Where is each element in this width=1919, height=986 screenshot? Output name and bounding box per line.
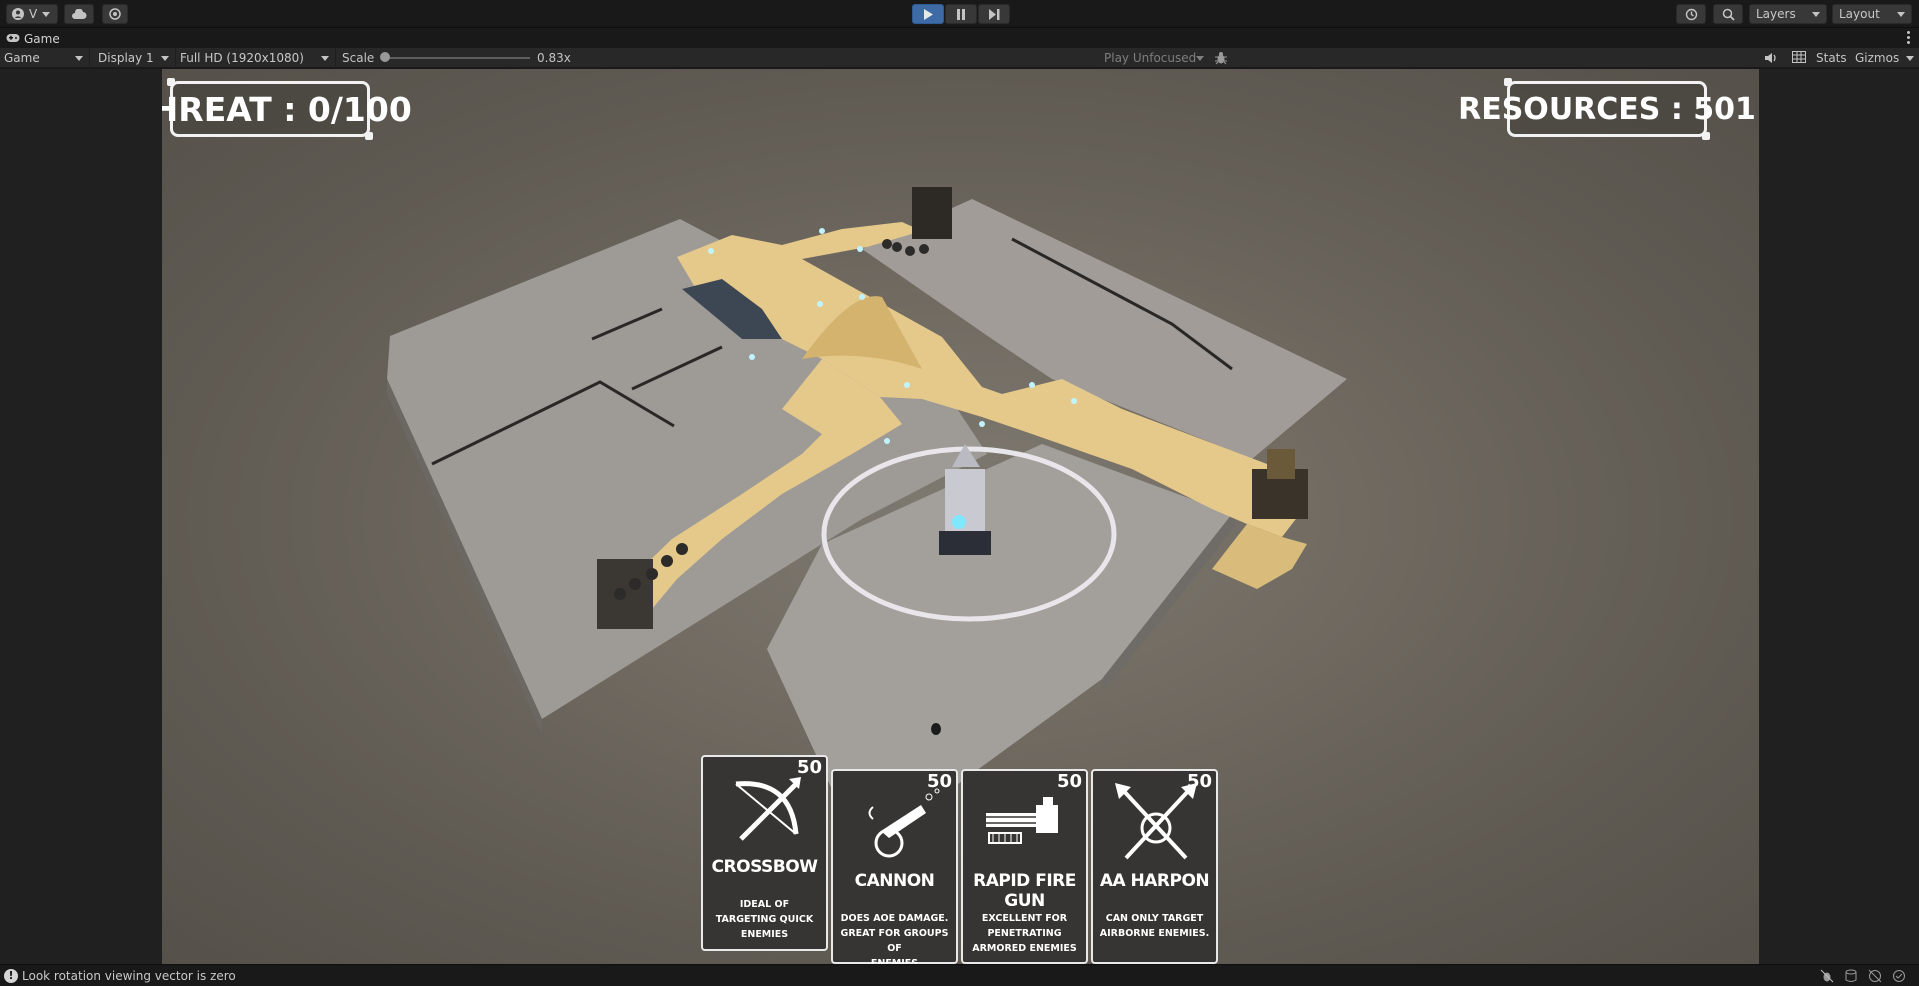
play-focus-dropdown[interactable]: Play Unfocused: [1100, 48, 1210, 68]
console-message[interactable]: Look rotation viewing vector is zero: [22, 969, 236, 983]
main-toolbar: V Layers Layout: [0, 0, 1919, 28]
collab-icon: [109, 8, 121, 20]
game-mode-dropdown[interactable]: Game: [0, 48, 90, 68]
scale-slider-handle[interactable]: [380, 52, 390, 62]
chevron-down-icon: [1812, 12, 1820, 17]
tower-crystal: [952, 515, 966, 529]
layout-dropdown[interactable]: Layout: [1832, 4, 1912, 24]
chevron-down-icon: [321, 56, 329, 61]
tower-card-aa-harpon[interactable]: 50 AA HARPON CAN ONLY TARGET AIRBORNE EN…: [1091, 769, 1218, 964]
search-button[interactable]: [1713, 4, 1743, 24]
game-mode-label: Game: [4, 51, 40, 65]
history-button[interactable]: [1676, 4, 1706, 24]
chevron-down-icon: [1196, 56, 1204, 61]
tower-card-crossbow[interactable]: 50 CROSSBOW IDEAL OF TARGETING QUICK ENE…: [701, 755, 828, 951]
card-name: CROSSBOW: [711, 857, 818, 877]
gatling-gun-icon: [981, 783, 1071, 863]
bug-icon: [1214, 52, 1228, 68]
cloud-icon: [71, 9, 87, 19]
pause-icon: [956, 8, 966, 20]
threat-text: THREAT : 0/100: [162, 89, 412, 129]
cloud-button[interactable]: [64, 4, 94, 24]
tower-card-rapid-fire-gun[interactable]: 50 RAPID FIRE GUN EXCELLENT FOR PENETRAT…: [961, 769, 1088, 964]
debug-button[interactable]: [1214, 51, 1232, 65]
threat-display: THREAT : 0/100: [162, 78, 412, 140]
harpoon-icon: [1111, 783, 1201, 863]
scale-slider-track[interactable]: [385, 57, 530, 59]
grid-icon: [1792, 51, 1806, 66]
base-castle-dome: [1267, 449, 1295, 479]
crossbow-icon: [721, 769, 811, 849]
cannon-icon: [851, 783, 941, 863]
mute-audio-button[interactable]: [1764, 51, 1780, 65]
tab-menu-icon[interactable]: [1907, 31, 1911, 45]
tower-card-cannon[interactable]: 50 CANNON DOES AOE DAMAGE. GREAT FOR GRO…: [831, 769, 958, 964]
debug-mode-icon[interactable]: [1820, 969, 1834, 983]
account-dropdown[interactable]: V: [6, 4, 58, 24]
tab-game[interactable]: Game: [6, 30, 60, 48]
gizmos-dropdown-icon[interactable]: [1906, 56, 1914, 61]
central-tower: [945, 469, 985, 539]
card-name: CANNON: [854, 871, 935, 891]
step-button[interactable]: [978, 4, 1010, 24]
history-icon: [1685, 8, 1698, 21]
resolution-label: Full HD (1920x1080): [180, 51, 304, 65]
display-dropdown[interactable]: Display 1: [92, 48, 176, 68]
card-name: RAPID FIRE GUN: [973, 871, 1076, 911]
account-label: V: [29, 7, 38, 21]
spawn-castle-top: [912, 187, 952, 239]
warning-icon: !: [4, 968, 18, 983]
account-icon: [12, 8, 24, 20]
search-icon: [1722, 8, 1735, 21]
scale-label: Scale: [342, 51, 375, 65]
gizmos-toggle[interactable]: Gizmos: [1855, 51, 1899, 65]
card-description: DOES AOE DAMAGE. GREAT FOR GROUPS OF ENE…: [840, 913, 949, 964]
status-bar: ! Look rotation viewing vector is zero: [0, 964, 1919, 986]
card-description: IDEAL OF TARGETING QUICK ENEMIES: [715, 899, 814, 940]
card-description: EXCELLENT FOR PENETRATING ARMORED ENEMIE…: [972, 913, 1077, 954]
window-tab-bar: Game: [0, 28, 1919, 48]
play-icon: [923, 8, 933, 20]
ground-marker: [931, 723, 941, 735]
gamepad-icon: [6, 32, 20, 46]
game-viewport[interactable]: THREAT : 0/100 RESOURCES : 501 50 CROSSB…: [0, 69, 1919, 964]
speaker-icon: [1764, 53, 1778, 68]
layers-dropdown[interactable]: Layers: [1749, 4, 1827, 24]
chevron-down-icon: [42, 11, 51, 17]
layout-label: Layout: [1839, 7, 1880, 21]
resources-text: RESOURCES : 501: [1458, 91, 1756, 127]
card-description: CAN ONLY TARGET AIRBORNE ENEMIES.: [1099, 913, 1210, 939]
aspect-grid-button[interactable]: [1792, 51, 1808, 65]
progress-check-icon[interactable]: [1892, 969, 1906, 983]
cache-icon[interactable]: [1844, 969, 1858, 983]
play-focus-label: Play Unfocused: [1104, 51, 1197, 65]
chevron-down-icon: [1897, 12, 1905, 17]
stats-toggle[interactable]: Stats: [1816, 51, 1847, 65]
pause-button[interactable]: [945, 4, 977, 24]
tab-title: Game: [24, 32, 60, 46]
layers-label: Layers: [1756, 7, 1796, 21]
chevron-down-icon: [161, 56, 169, 61]
display-label: Display 1: [98, 51, 154, 65]
game-scene[interactable]: THREAT : 0/100 RESOURCES : 501 50 CROSSB…: [162, 69, 1759, 964]
game-view-toolbar: Game Display 1 Full HD (1920x1080) Scale…: [0, 48, 1919, 68]
play-button[interactable]: [912, 4, 944, 24]
collab-button[interactable]: [102, 4, 128, 24]
card-name: AA HARPON: [1099, 871, 1210, 891]
resolution-dropdown[interactable]: Full HD (1920x1080): [176, 48, 336, 68]
step-icon: [988, 8, 1000, 20]
tower-base: [939, 531, 991, 555]
chevron-down-icon: [75, 56, 83, 61]
resources-display: RESOURCES : 501: [1458, 78, 1756, 140]
network-icon[interactable]: [1868, 969, 1882, 983]
scale-value: 0.83x: [537, 51, 571, 65]
